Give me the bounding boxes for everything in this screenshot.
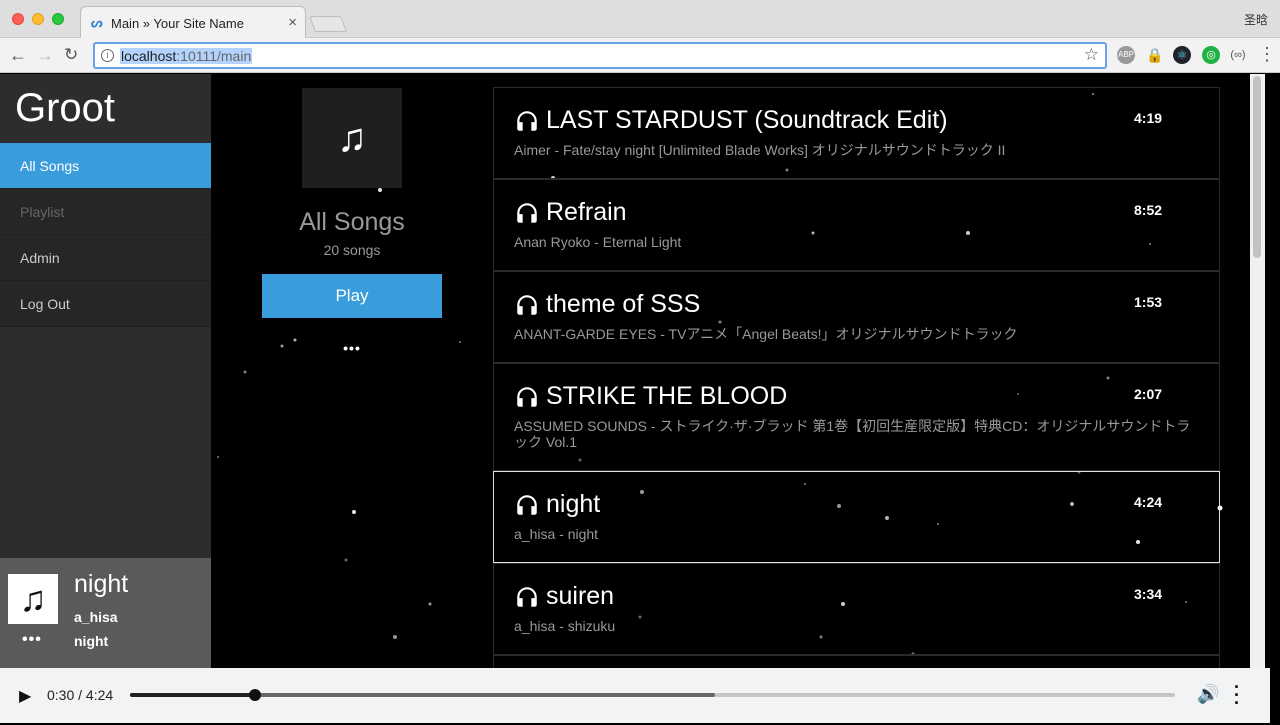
playlist-header-pane: ♫ All Songs 20 songs Play ••• xyxy=(211,74,493,668)
address-bar[interactable]: i localhost:10111/main ☆ xyxy=(93,42,1107,69)
now-playing-artist: a_hisa xyxy=(74,609,118,625)
playback-time: 0:30 / 4:24 xyxy=(47,687,114,703)
seek-bar[interactable] xyxy=(130,689,1175,701)
url-path: :10111/main xyxy=(176,48,252,64)
browser-toolbar: ← → ↻ i localhost:10111/main ☆ ABP 🔒 ⚛ ◎… xyxy=(0,38,1280,73)
browser-titlebar: ᔕ Main » Your Site Name × 圣晗 xyxy=(0,0,1280,38)
music-note-icon: ♫ xyxy=(302,88,402,188)
headphones-icon xyxy=(517,295,537,315)
new-tab-button[interactable] xyxy=(309,16,347,32)
app-root: Groot All Songs Playlist Admin Log Out ♫… xyxy=(0,74,1250,668)
music-note-icon: ♫ xyxy=(8,574,58,624)
url-text[interactable]: localhost:10111/main xyxy=(120,48,253,64)
sidebar: Groot All Songs Playlist Admin Log Out ♫… xyxy=(0,74,211,668)
adblock-extension-icon[interactable]: ABP xyxy=(1117,46,1135,64)
song-duration: 8:52 xyxy=(1134,202,1163,218)
playlist-more-button[interactable]: ••• xyxy=(211,340,493,356)
song-row-selected[interactable]: night a_hisa - night 4:24 xyxy=(493,471,1220,563)
song-title: LAST STARDUST (Soundtrack Edit) xyxy=(546,106,948,134)
volume-icon[interactable]: 🔊 xyxy=(1197,684,1219,705)
song-list: LAST STARDUST (Soundtrack Edit) Aimer - … xyxy=(493,87,1220,668)
headphones-icon xyxy=(517,203,537,223)
close-window-button[interactable] xyxy=(12,13,24,25)
song-duration: 2:07 xyxy=(1134,386,1163,402)
url-host: localhost xyxy=(121,48,177,64)
sidebar-item-all-songs[interactable]: All Songs xyxy=(0,143,211,189)
now-playing-more-button[interactable]: ••• xyxy=(22,631,42,649)
song-title: Refrain xyxy=(546,198,627,226)
minimize-window-button[interactable] xyxy=(32,13,44,25)
song-row[interactable]: Refrain Anan Ryoko - Eternal Light 8:52 xyxy=(493,179,1220,271)
green-extension-icon[interactable]: ◎ xyxy=(1202,46,1220,64)
audio-player: ▶ 0:30 / 4:24 🔊 · · · xyxy=(0,668,1270,723)
headphones-icon xyxy=(517,495,537,515)
tab-close-icon[interactable]: × xyxy=(288,14,297,31)
song-duration: 1:53 xyxy=(1134,294,1163,310)
tab-title: Main » Your Site Name xyxy=(111,16,244,31)
song-subtitle: ASSUMED SOUNDS - ストライク·ザ·ブラッド 第1巻【初回生産限定… xyxy=(514,418,1191,450)
profile-name[interactable]: 圣晗 xyxy=(1244,11,1268,28)
reload-icon[interactable]: ↻ xyxy=(64,44,78,66)
sidebar-item-playlist[interactable]: Playlist xyxy=(0,189,211,235)
info-icon[interactable]: i xyxy=(101,49,114,62)
more-options-icon[interactable]: · · · xyxy=(1234,678,1240,712)
song-title: night xyxy=(546,490,601,518)
browser-menu-icon[interactable]: ⋮ xyxy=(1258,44,1276,64)
headphones-icon xyxy=(517,387,537,407)
seek-thumb[interactable] xyxy=(249,689,262,701)
song-duration: 4:19 xyxy=(1134,110,1163,126)
song-row[interactable] xyxy=(493,655,1220,668)
song-count: 20 songs xyxy=(323,242,381,258)
scrollbar-thumb[interactable] xyxy=(1253,76,1261,258)
lock-extension-icon[interactable]: 🔒 xyxy=(1146,46,1164,64)
bookmark-star-icon[interactable]: ☆ xyxy=(1084,45,1099,65)
song-subtitle: Anan Ryoko - Eternal Light xyxy=(514,234,682,250)
playlist-title: All Songs xyxy=(299,208,405,236)
song-duration: 3:34 xyxy=(1134,586,1163,602)
song-title: theme of SSS xyxy=(546,290,701,318)
song-title: suiren xyxy=(546,582,615,610)
forward-arrow-icon[interactable]: → xyxy=(36,44,54,66)
song-subtitle: a_hisa - shizuku xyxy=(514,618,616,634)
seek-played xyxy=(130,693,256,697)
browser-tab[interactable]: ᔕ Main » Your Site Name × xyxy=(80,6,306,38)
maximize-window-button[interactable] xyxy=(52,13,64,25)
song-row[interactable]: theme of SSS ANANT-GARDE EYES - TVアニメ「An… xyxy=(493,271,1220,363)
now-playing-panel: ♫ ••• night a_hisa night xyxy=(0,558,211,668)
sidebar-item-admin[interactable]: Admin xyxy=(0,235,211,281)
headphones-icon xyxy=(517,111,537,131)
now-playing-title: night xyxy=(74,570,129,598)
headphones-icon xyxy=(517,587,537,607)
sidebar-item-log-out[interactable]: Log Out xyxy=(0,281,211,327)
brand-logo[interactable]: Groot xyxy=(15,86,115,131)
song-subtitle: a_hisa - night xyxy=(514,526,599,542)
play-icon[interactable]: ▶ xyxy=(19,686,31,706)
play-button[interactable]: Play xyxy=(262,274,442,318)
link-extension-icon[interactable]: (∞) xyxy=(1229,46,1247,64)
song-subtitle: ANANT-GARDE EYES - TVアニメ「Angel Beats!」オリ… xyxy=(514,326,1018,342)
react-devtools-icon[interactable]: ⚛ xyxy=(1173,46,1191,64)
now-playing-album: night xyxy=(74,633,109,649)
song-row[interactable]: STRIKE THE BLOOD ASSUMED SOUNDS - ストライク·… xyxy=(493,363,1220,471)
song-title: STRIKE THE BLOOD xyxy=(546,382,788,410)
song-duration: 4:24 xyxy=(1134,494,1163,510)
song-subtitle: Aimer - Fate/stay night [Unlimited Blade… xyxy=(514,142,1006,158)
site-favicon-icon: ᔕ xyxy=(91,15,103,30)
song-row[interactable]: LAST STARDUST (Soundtrack Edit) Aimer - … xyxy=(493,87,1220,179)
page-scrollbar[interactable] xyxy=(1250,74,1265,668)
back-arrow-icon[interactable]: ← xyxy=(9,44,27,66)
song-row[interactable]: suiren a_hisa - shizuku 3:34 xyxy=(493,563,1220,655)
